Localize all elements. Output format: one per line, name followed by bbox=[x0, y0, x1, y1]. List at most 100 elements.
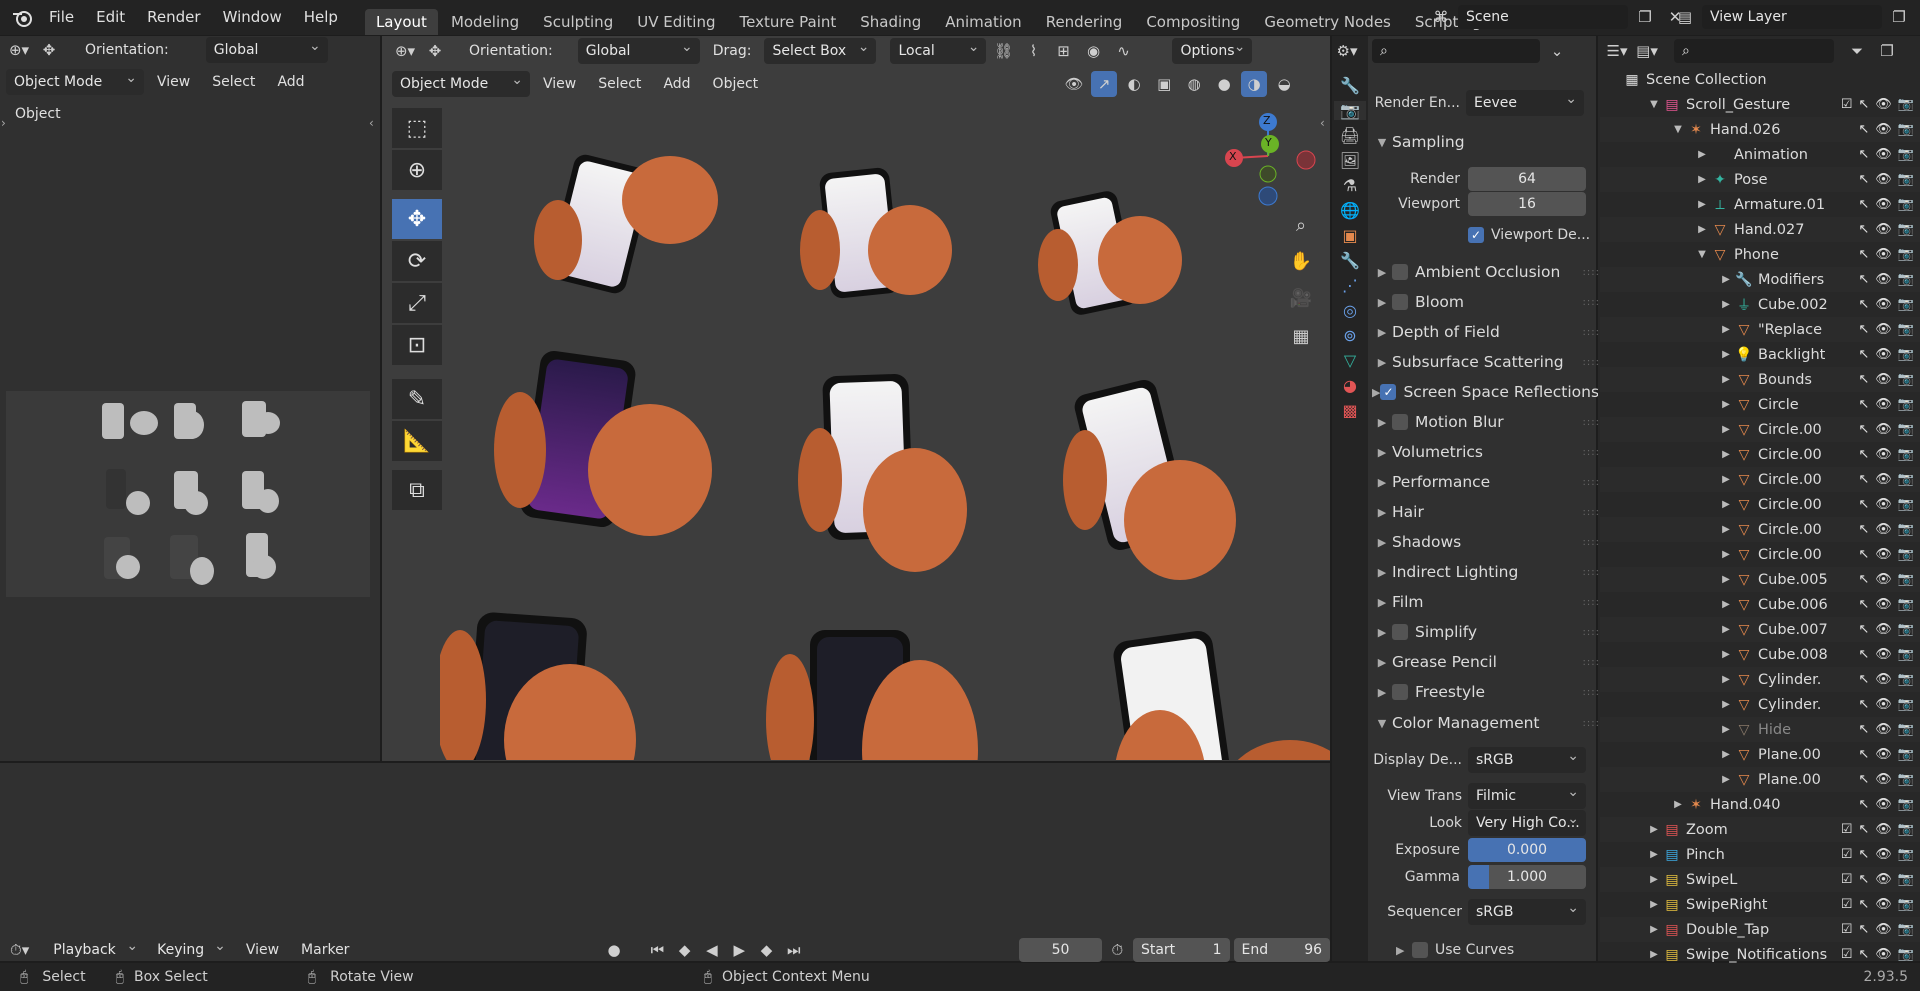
snap-icon[interactable]: ⌇ bbox=[1020, 38, 1046, 64]
select-arrow-icon[interactable]: ↖ bbox=[1858, 397, 1869, 412]
outliner-item[interactable]: ▶Animation☑↖👁📷 bbox=[1600, 142, 1920, 167]
properties-options-icon[interactable]: ⌄ bbox=[1544, 38, 1570, 64]
render-engine-dropdown[interactable]: Eevee bbox=[1466, 90, 1584, 116]
outliner-item[interactable]: ▶⟂Armature.01☑↖👁📷 bbox=[1600, 192, 1920, 217]
next-keyframe-icon[interactable]: ◆ bbox=[755, 937, 778, 963]
camera-icon[interactable]: 📷 bbox=[1898, 797, 1914, 812]
camera-icon[interactable]: 📷 bbox=[1898, 747, 1914, 762]
eye-icon[interactable]: 👁 bbox=[1875, 922, 1892, 937]
eye-icon[interactable]: 👁 bbox=[1875, 222, 1892, 237]
expand-toggle-icon[interactable]: ▶ bbox=[1694, 174, 1710, 185]
eye-icon[interactable]: 👁 bbox=[1875, 847, 1892, 862]
stopwatch-icon[interactable]: ⏱ bbox=[1106, 937, 1129, 963]
eye-icon[interactable]: 👁 bbox=[1875, 747, 1892, 762]
camera-icon[interactable]: 📷 bbox=[1898, 297, 1914, 312]
tool-tab-icon[interactable]: 🔧 bbox=[1340, 76, 1360, 95]
tool-rotate[interactable]: ⟳ bbox=[392, 241, 442, 281]
scene-name-field[interactable]: Scene bbox=[1458, 5, 1628, 29]
outliner-item[interactable]: ▶▽Circle.00☑↖👁📷 bbox=[1600, 417, 1920, 442]
outliner-item[interactable]: ▼▽Phone☑↖👁📷 bbox=[1600, 242, 1920, 267]
eye-icon[interactable]: 👁 bbox=[1875, 947, 1892, 962]
select-arrow-icon[interactable]: ↖ bbox=[1858, 322, 1869, 337]
expand-toggle-icon[interactable]: ▶ bbox=[1718, 549, 1734, 560]
camera-icon[interactable]: 📷 bbox=[1898, 647, 1914, 662]
expand-toggle-icon[interactable]: ▶ bbox=[1718, 399, 1734, 410]
select-arrow-icon[interactable]: ↖ bbox=[1858, 797, 1869, 812]
outliner-item[interactable]: ▼ ▤ Scroll_Gesture ☑ ↖ 👁 📷 bbox=[1600, 92, 1920, 117]
panel-enable-checkbox[interactable] bbox=[1392, 294, 1408, 310]
use-curves-row[interactable]: ▶ Use Curves bbox=[1372, 937, 1600, 963]
panel-enable-checkbox[interactable]: ✓ bbox=[1380, 384, 1397, 400]
xray-icon[interactable]: ▣ bbox=[1151, 71, 1177, 97]
playback-menu[interactable]: Playback bbox=[45, 937, 145, 963]
viewport-add-menu[interactable]: Add bbox=[654, 71, 699, 97]
select-arrow-icon[interactable]: ↖ bbox=[1858, 97, 1869, 112]
gamma-slider[interactable]: 1.000 bbox=[1468, 865, 1586, 889]
panel-simplify[interactable]: ▶ Simplify:::: bbox=[1372, 618, 1600, 646]
eye-icon[interactable]: 👁 bbox=[1875, 522, 1892, 537]
outliner-item[interactable]: ▶▽Cube.007☑↖👁📷 bbox=[1600, 617, 1920, 642]
select-arrow-icon[interactable]: ↖ bbox=[1858, 297, 1869, 312]
outliner-item[interactable]: ▼✶Hand.026☑↖👁📷 bbox=[1600, 117, 1920, 142]
visibility-icon[interactable]: 👁 bbox=[1061, 71, 1087, 97]
display-device-dropdown[interactable]: sRGB bbox=[1468, 747, 1586, 773]
options-dropdown[interactable]: Options bbox=[1172, 37, 1253, 64]
outliner-item[interactable]: ▶▽Circle.00☑↖👁📷 bbox=[1600, 467, 1920, 492]
tab-shading[interactable]: Shading bbox=[849, 9, 932, 35]
object-menu[interactable]: Object bbox=[6, 101, 70, 127]
texture-tab-icon[interactable]: ▩ bbox=[1342, 401, 1357, 420]
outliner-item[interactable]: ▶▽Cylinder.☑↖👁📷 bbox=[1600, 667, 1920, 692]
eye-icon[interactable]: 👁 bbox=[1875, 347, 1892, 362]
expand-toggle-icon[interactable]: ▶ bbox=[1718, 649, 1734, 660]
eye-icon[interactable]: 👁 bbox=[1875, 897, 1892, 912]
select-arrow-icon[interactable]: ↖ bbox=[1858, 822, 1869, 837]
tab-sculpting[interactable]: Sculpting bbox=[532, 9, 624, 35]
camera-icon[interactable]: 📷 bbox=[1898, 622, 1914, 637]
camera-icon[interactable]: 📷 bbox=[1898, 872, 1914, 887]
tab-animation[interactable]: Animation bbox=[934, 9, 1032, 35]
camera-icon[interactable]: 📷 bbox=[1898, 547, 1914, 562]
tab-modeling[interactable]: Modeling bbox=[440, 9, 530, 35]
render-tab-icon[interactable]: 📷 bbox=[1334, 101, 1366, 120]
panel-bloom[interactable]: ▶ Bloom:::: bbox=[1372, 288, 1600, 316]
eye-icon[interactable]: 👁 bbox=[1875, 247, 1892, 262]
outliner-item[interactable]: ▶ ▤ Pinch ☑ ↖ 👁 📷 bbox=[1600, 842, 1920, 867]
expand-toggle-icon[interactable]: ▶ bbox=[1718, 299, 1734, 310]
camera-icon[interactable]: 📷 bbox=[1898, 222, 1914, 237]
expand-toggle-icon[interactable]: ▼ bbox=[1670, 124, 1686, 135]
menu-help[interactable]: Help bbox=[293, 0, 349, 35]
outliner-item[interactable]: ▶▽Circle.00☑↖👁📷 bbox=[1600, 542, 1920, 567]
select-arrow-icon[interactable]: ↖ bbox=[1858, 947, 1869, 962]
eye-icon[interactable]: 👁 bbox=[1875, 447, 1892, 462]
material-shading-icon[interactable]: ◑ bbox=[1241, 71, 1268, 98]
outliner-root[interactable]: ▦ Scene Collection bbox=[1600, 67, 1920, 92]
tool-add-cube[interactable]: ⧉ bbox=[392, 470, 442, 510]
checkbox-icon[interactable]: ☑ bbox=[1841, 922, 1853, 937]
expand-toggle-icon[interactable]: ▶ bbox=[1718, 599, 1734, 610]
panel-shadows[interactable]: ▶ Shadows:::: bbox=[1372, 528, 1600, 556]
mode-dropdown[interactable]: Object Mode bbox=[6, 69, 144, 95]
select-arrow-icon[interactable]: ↖ bbox=[1858, 872, 1869, 887]
expand-toggle-icon[interactable]: ▶ bbox=[1718, 774, 1734, 785]
tool-transform[interactable]: ⊡ bbox=[392, 325, 442, 365]
select-arrow-icon[interactable]: ↖ bbox=[1858, 422, 1869, 437]
copy-view-layer-icon[interactable]: ❐ bbox=[1886, 4, 1912, 30]
drag-dropdown[interactable]: Select Box bbox=[764, 37, 877, 64]
panel-enable-checkbox[interactable] bbox=[1392, 684, 1408, 700]
panel-enable-checkbox[interactable] bbox=[1392, 624, 1408, 640]
snap-target-icon[interactable]: ⊞ bbox=[1050, 38, 1076, 64]
select-arrow-icon[interactable]: ↖ bbox=[1858, 647, 1869, 662]
panel-enable-checkbox[interactable] bbox=[1392, 414, 1408, 430]
expand-toggle-icon[interactable]: ▶ bbox=[1694, 224, 1710, 235]
camera-icon[interactable]: 📷 bbox=[1898, 772, 1914, 787]
camera-icon[interactable]: 📷 bbox=[1898, 722, 1914, 737]
orientation-dropdown[interactable]: Global bbox=[205, 37, 328, 63]
outliner-item[interactable]: ▶▽Circle.00☑↖👁📷 bbox=[1600, 517, 1920, 542]
select-arrow-icon[interactable]: ↖ bbox=[1858, 347, 1869, 362]
panel-volumetrics[interactable]: ▶ Volumetrics:::: bbox=[1372, 438, 1600, 466]
sampling-panel-header[interactable]: ▼ Sampling bbox=[1372, 128, 1600, 156]
camera-icon[interactable]: 📷 bbox=[1898, 697, 1914, 712]
expand-toggle-icon[interactable]: ▼ bbox=[1694, 249, 1710, 260]
eye-icon[interactable]: 👁 bbox=[1875, 822, 1892, 837]
expand-toggle-icon[interactable]: ▶ bbox=[1718, 449, 1734, 460]
